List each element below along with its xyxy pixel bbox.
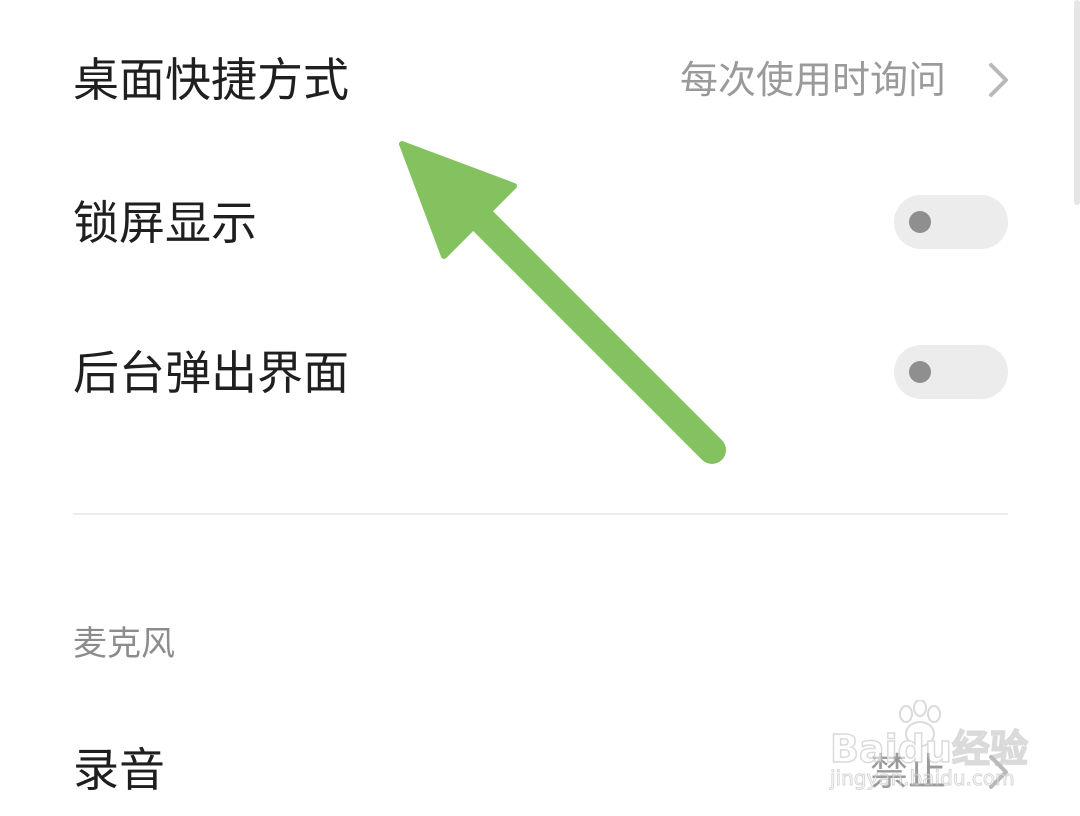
lock-screen-display-label: 锁屏显示 <box>73 196 257 250</box>
microphone-section-header: 麦克风 <box>73 624 175 664</box>
chevron-right-icon <box>989 63 1008 97</box>
section-divider <box>73 513 1008 515</box>
toggle-knob <box>909 211 931 233</box>
watermark-logo: Baidu经验 <box>829 726 1028 772</box>
baidu-watermark: Baidu经验 jingyan.baidu.com <box>826 700 1029 800</box>
lock-screen-display-toggle[interactable] <box>894 195 1008 249</box>
watermark-url: jingyan.baidu.com <box>830 766 1016 791</box>
desktop-shortcut-label: 桌面快捷方式 <box>73 53 349 107</box>
background-popup-label: 后台弹出界面 <box>73 346 349 400</box>
scrollbar[interactable] <box>1074 0 1080 205</box>
toggle-knob <box>909 361 931 383</box>
recording-label: 录音 <box>73 743 165 797</box>
desktop-shortcut-row[interactable]: 桌面快捷方式 每次使用时询问 <box>0 50 1080 110</box>
annotation-arrow-icon <box>399 141 726 464</box>
background-popup-toggle[interactable] <box>894 345 1008 399</box>
desktop-shortcut-value: 每次使用时询问 <box>679 58 946 102</box>
